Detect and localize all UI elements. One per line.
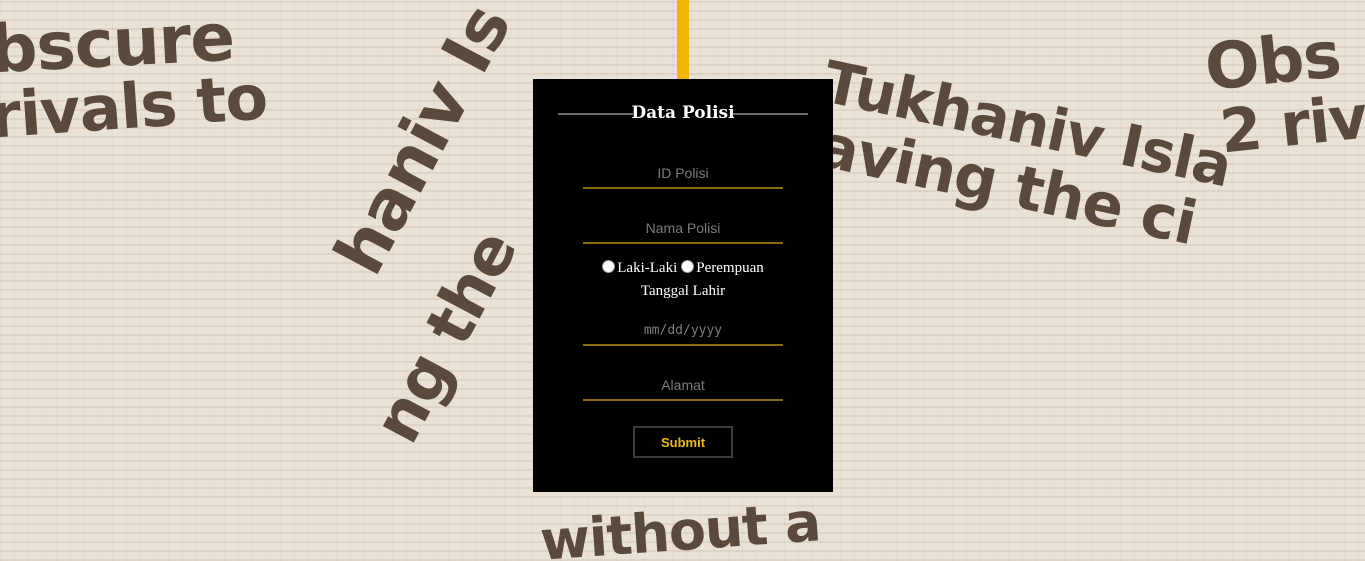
accent-bar: [677, 0, 689, 79]
id-polisi-input[interactable]: [583, 159, 783, 189]
form-header: Data Polisi: [558, 101, 808, 125]
tanggal-lahir-label: Tanggal Lahir: [640, 283, 726, 299]
radio-laki-laki[interactable]: [602, 260, 616, 273]
background-headline: 2 riv: [1216, 82, 1365, 168]
radio-perempuan[interactable]: [681, 260, 695, 273]
data-polisi-form: Data Polisi Laki-Laki Perempuan Tanggal L…: [533, 79, 833, 492]
radio-label-laki-laki: Laki-Laki: [617, 260, 678, 276]
background-headline: without a: [538, 490, 823, 561]
submit-button[interactable]: Submit: [633, 426, 733, 458]
gender-radio-group: Laki-Laki Perempuan: [533, 260, 833, 277]
alamat-input[interactable]: [583, 371, 783, 401]
tanggal-lahir-input[interactable]: [583, 316, 783, 346]
form-title: Data Polisi: [631, 103, 735, 123]
nama-polisi-input[interactable]: [583, 214, 783, 244]
radio-label-perempuan: Perempuan: [696, 260, 764, 276]
